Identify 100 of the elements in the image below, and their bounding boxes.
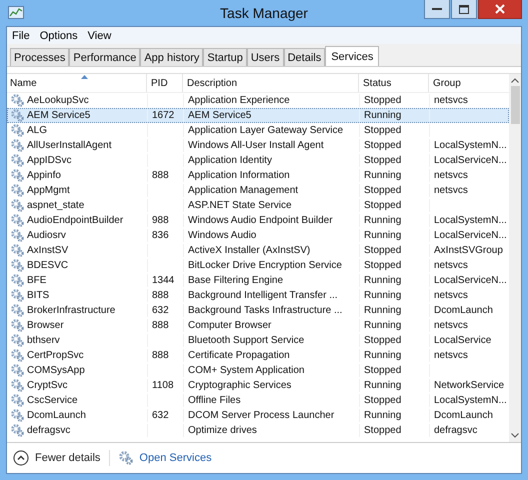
- table-cell: Cryptographic Services: [188, 380, 292, 391]
- gear-icon: [11, 214, 24, 227]
- table-cell: Windows Audio Endpoint Builder: [188, 215, 333, 226]
- close-button[interactable]: [478, 0, 522, 19]
- table-row[interactable]: bthserv Bluetooth Support Service Stopped LocalService: [7, 333, 509, 348]
- table-cell: Running: [364, 290, 402, 301]
- table-cell: Windows All-User Install Agent: [188, 140, 324, 151]
- table-row[interactable]: BITS 888 Background Intelligent Transfer ... Running netsvcs: [7, 288, 509, 303]
- tab[interactable]: App history: [140, 48, 204, 66]
- table-cell: LocalService: [434, 335, 492, 346]
- table-cell: Running: [364, 110, 402, 121]
- table-cell: Application Information: [188, 170, 290, 181]
- table-row[interactable]: CscService Offline Files Stopped LocalSystemN...: [7, 393, 509, 408]
- table-cell: AppIDSvc: [27, 155, 72, 166]
- table-cell: Running: [364, 275, 402, 286]
- table-cell: Stopped: [364, 140, 402, 151]
- table-cell: netsvcs: [434, 95, 468, 106]
- table-cell: bthserv: [27, 335, 60, 346]
- table-cell: 632: [152, 410, 169, 421]
- table-row[interactable]: BFE 1344 Base Filtering Engine Running LocalServiceN...: [7, 273, 509, 288]
- table-cell: COMSysApp: [27, 365, 85, 376]
- column-header[interactable]: PID: [147, 74, 183, 92]
- table-cell: AeLookupSvc: [27, 95, 89, 106]
- table-cell: Running: [364, 410, 402, 421]
- column-header[interactable]: Description: [183, 74, 359, 92]
- menu-item[interactable]: Options: [40, 30, 78, 42]
- table-row[interactable]: AEM Service5 1672 AEM Service5 Running: [7, 108, 509, 123]
- gear-icon: [119, 451, 134, 465]
- table-row[interactable]: Audiosrv 836 Windows Audio Running LocalServiceN...: [7, 228, 509, 243]
- table-row[interactable]: BrokerInfrastructure 632 Background Tasks Infrastructure ... Running DcomLaunch: [7, 303, 509, 318]
- table-cell: 1672: [152, 110, 174, 121]
- table-cell: NetworkService: [434, 380, 504, 391]
- tab[interactable]: Details: [284, 48, 326, 66]
- table-cell: Stopped: [364, 95, 402, 106]
- table-cell: Running: [364, 350, 402, 361]
- table-cell: BDESVC: [27, 260, 68, 271]
- table-row[interactable]: AudioEndpointBuilder 988 Windows Audio Endpoint Builder Running LocalSystemN...: [7, 213, 509, 228]
- table-row[interactable]: BDESVC BitLocker Drive Encryption Service Stopped netsvcs: [7, 258, 509, 273]
- table-row[interactable]: AeLookupSvc Application Experience Stopped netsvcs: [7, 93, 509, 108]
- table-row[interactable]: Appinfo 888 Application Information Running netsvcs: [7, 168, 509, 183]
- table-row[interactable]: CryptSvc 1108 Cryptographic Services Running NetworkService: [7, 378, 509, 393]
- scrollbar-thumb[interactable]: [510, 86, 520, 124]
- menu-item[interactable]: File: [12, 30, 30, 42]
- table-row[interactable]: AppIDSvc Application Identity Stopped LocalServiceN...: [7, 153, 509, 168]
- table-cell: Computer Browser: [188, 320, 272, 331]
- table-cell: 888: [152, 320, 169, 331]
- scroll-down-icon[interactable]: [511, 433, 519, 438]
- table-row[interactable]: AxInstSV ActiveX Installer (AxInstSV) Stopped AxInstSVGroup: [7, 243, 509, 258]
- open-services-link[interactable]: Open Services: [139, 452, 212, 464]
- scrollbar[interactable]: [509, 74, 521, 442]
- tab[interactable]: Users: [246, 48, 284, 66]
- table-cell: defragsvc: [434, 425, 478, 436]
- table-cell: Running: [364, 380, 402, 391]
- table-cell: 836: [152, 230, 169, 241]
- menu-item[interactable]: View: [88, 30, 112, 42]
- table-cell: 1344: [152, 275, 174, 286]
- fewer-details-button[interactable]: Fewer details: [13, 450, 100, 466]
- chart-icon: [8, 6, 24, 20]
- table-row[interactable]: aspnet_state ASP.NET State Service Stopped: [7, 198, 509, 213]
- table-cell: DcomLaunch: [434, 410, 493, 421]
- scroll-up-icon[interactable]: [511, 78, 519, 83]
- table-cell: Base Filtering Engine: [188, 275, 284, 286]
- tab[interactable]: Services: [325, 46, 380, 66]
- table-cell: Application Identity: [188, 155, 272, 166]
- table-cell: BITS: [27, 290, 50, 301]
- tab[interactable]: Startup: [203, 48, 247, 66]
- table-row[interactable]: AllUserInstallAgent Windows All-User Install Agent Stopped LocalSystemN...: [7, 138, 509, 153]
- tab[interactable]: Performance: [69, 48, 140, 66]
- gear-icon: [11, 304, 24, 317]
- table-cell: Stopped: [364, 245, 402, 256]
- table-row[interactable]: DcomLaunch 632 DCOM Server Process Launcher Running DcomLaunch: [7, 408, 509, 423]
- table-row[interactable]: Browser 888 Computer Browser Running netsvcs: [7, 318, 509, 333]
- table-cell: Stopped: [364, 395, 402, 406]
- table-cell: Running: [364, 170, 402, 181]
- maximize-button[interactable]: [451, 0, 477, 19]
- collapse-icon: [13, 450, 29, 466]
- table-row[interactable]: ALG Application Layer Gateway Service Stopped: [7, 123, 509, 138]
- tab[interactable]: Processes: [10, 48, 70, 66]
- gear-icon: [11, 124, 24, 137]
- table-cell: AEM Service5: [188, 110, 252, 121]
- column-header[interactable]: Group: [429, 74, 509, 92]
- table-cell: ActiveX Installer (AxInstSV): [188, 245, 310, 256]
- minimize-button[interactable]: [424, 0, 450, 19]
- table-cell: netsvcs: [434, 320, 468, 331]
- column-header[interactable]: Status: [359, 74, 429, 92]
- gear-icon: [11, 184, 24, 197]
- table-cell: netsvcs: [434, 185, 468, 196]
- table-row[interactable]: COMSysApp COM+ System Application Stopped: [7, 363, 509, 378]
- gear-icon: [11, 259, 24, 272]
- table-row[interactable]: CertPropSvc 888 Certificate Propagation Running netsvcs: [7, 348, 509, 363]
- table-cell: COM+ System Application: [188, 365, 304, 376]
- table-cell: AxInstSVGroup: [434, 245, 503, 256]
- gear-icon: [11, 289, 24, 302]
- table-cell: DCOM Server Process Launcher: [188, 410, 334, 421]
- table-row[interactable]: defragsvc Optimize drives Stopped defragsvc: [7, 423, 509, 438]
- table-row[interactable]: AppMgmt Application Management Stopped netsvcs: [7, 183, 509, 198]
- gear-icon: [11, 274, 24, 287]
- gear-icon: [11, 334, 24, 347]
- gear-icon: [11, 109, 24, 122]
- gear-icon: [11, 319, 24, 332]
